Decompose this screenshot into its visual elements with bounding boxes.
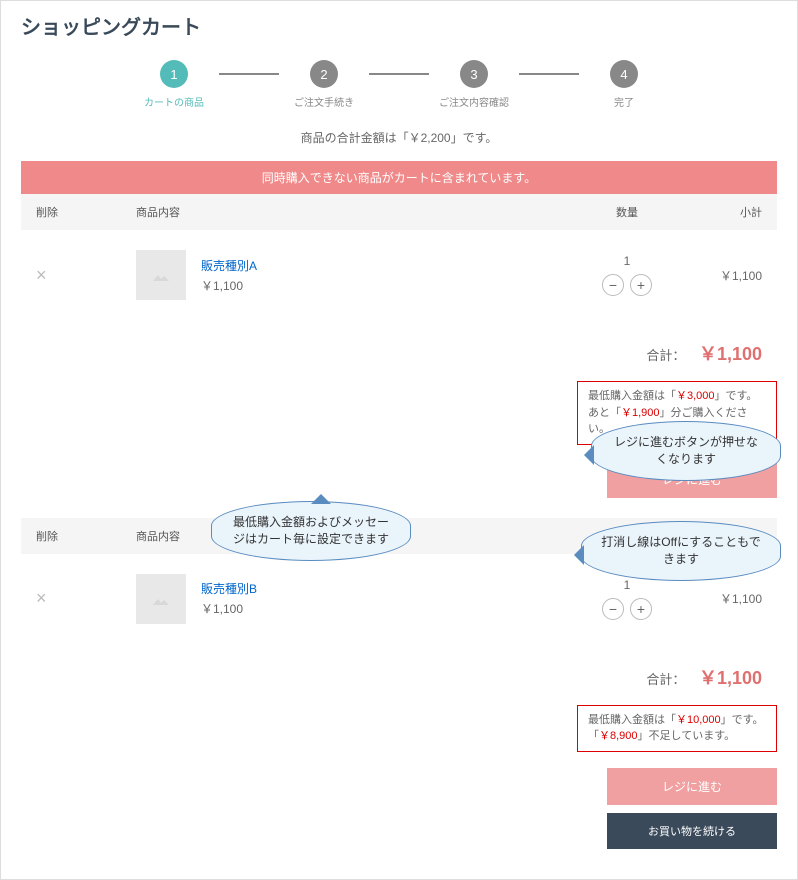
col-subtotal: 小計 bbox=[682, 204, 762, 220]
qty-plus-button[interactable]: + bbox=[630, 598, 652, 620]
qty-minus-button[interactable]: − bbox=[602, 598, 624, 620]
total-label: 合計： bbox=[646, 672, 685, 687]
step-label: ご注文内容確認 bbox=[439, 94, 509, 109]
step-number: 3 bbox=[460, 60, 488, 88]
qty-plus-button[interactable]: + bbox=[630, 274, 652, 296]
item-subtotal: ￥1,100 bbox=[682, 267, 762, 284]
cart-total-text: 商品の合計金額は「￥2,200」です。 bbox=[21, 129, 777, 146]
cart-b-total: 合計： ￥1,100 bbox=[21, 654, 777, 705]
step-label: カートの商品 bbox=[144, 94, 204, 109]
step-connector bbox=[369, 73, 429, 75]
col-quantity: 数量 bbox=[572, 204, 682, 220]
step-number: 1 bbox=[160, 60, 188, 88]
step-3: 3 ご注文内容確認 bbox=[429, 60, 519, 109]
continue-shopping-button[interactable]: お買い物を続ける bbox=[607, 813, 777, 849]
product-link[interactable]: 販売種別B bbox=[201, 582, 257, 596]
step-label: ご注文手続き bbox=[294, 94, 354, 109]
step-2: 2 ご注文手続き bbox=[279, 60, 369, 109]
col-description: 商品内容 bbox=[136, 204, 572, 220]
product-thumbnail bbox=[136, 574, 186, 624]
cart-a-total: 合計： ￥1,100 bbox=[21, 330, 777, 381]
col-delete: 削除 bbox=[36, 528, 136, 544]
annotation-callout: 打消し線はOffにすることもできます bbox=[581, 521, 781, 581]
product-price: ￥1,100 bbox=[201, 600, 257, 617]
delete-item-button[interactable]: × bbox=[36, 265, 136, 286]
delete-item-button[interactable]: × bbox=[36, 588, 136, 609]
cart-header-row: 削除 商品内容 数量 小計 bbox=[21, 194, 777, 230]
annotation-callout: レジに進むボタンが押せなくなります bbox=[591, 421, 781, 481]
step-1: 1 カートの商品 bbox=[129, 60, 219, 109]
progress-stepper: 1 カートの商品 2 ご注文手続き 3 ご注文内容確認 4 完了 bbox=[21, 60, 777, 109]
product-thumbnail bbox=[136, 250, 186, 300]
page-title: ショッピングカート bbox=[21, 11, 777, 40]
total-label: 合計： bbox=[646, 348, 685, 363]
image-placeholder-icon bbox=[149, 587, 173, 611]
cart-item-row: × 販売種別A ￥1,100 1 − + ￥1,100 bbox=[21, 230, 777, 330]
qty-minus-button[interactable]: − bbox=[602, 274, 624, 296]
total-value: ￥1,100 bbox=[699, 668, 762, 688]
step-label: 完了 bbox=[614, 94, 634, 109]
step-4: 4 完了 bbox=[579, 60, 669, 109]
col-delete: 削除 bbox=[36, 204, 136, 220]
step-connector bbox=[219, 73, 279, 75]
checkout-button[interactable]: レジに進む bbox=[607, 768, 777, 805]
step-number: 4 bbox=[610, 60, 638, 88]
step-number: 2 bbox=[310, 60, 338, 88]
product-price: ￥1,100 bbox=[201, 277, 257, 294]
step-connector bbox=[519, 73, 579, 75]
quantity-value: 1 bbox=[572, 254, 682, 268]
product-link[interactable]: 販売種別A bbox=[201, 259, 257, 273]
item-subtotal: ￥1,100 bbox=[682, 590, 762, 607]
warning-banner: 同時購入できない商品がカートに含まれています。 bbox=[21, 161, 777, 194]
total-value: ￥1,100 bbox=[699, 344, 762, 364]
image-placeholder-icon bbox=[149, 263, 173, 287]
annotation-callout: 最低購入金額およびメッセージはカート毎に設定できます bbox=[211, 501, 411, 561]
min-purchase-notice: 最低購入金額は「￥10,000」です。 「￥8,900」不足しています。 bbox=[577, 705, 777, 752]
